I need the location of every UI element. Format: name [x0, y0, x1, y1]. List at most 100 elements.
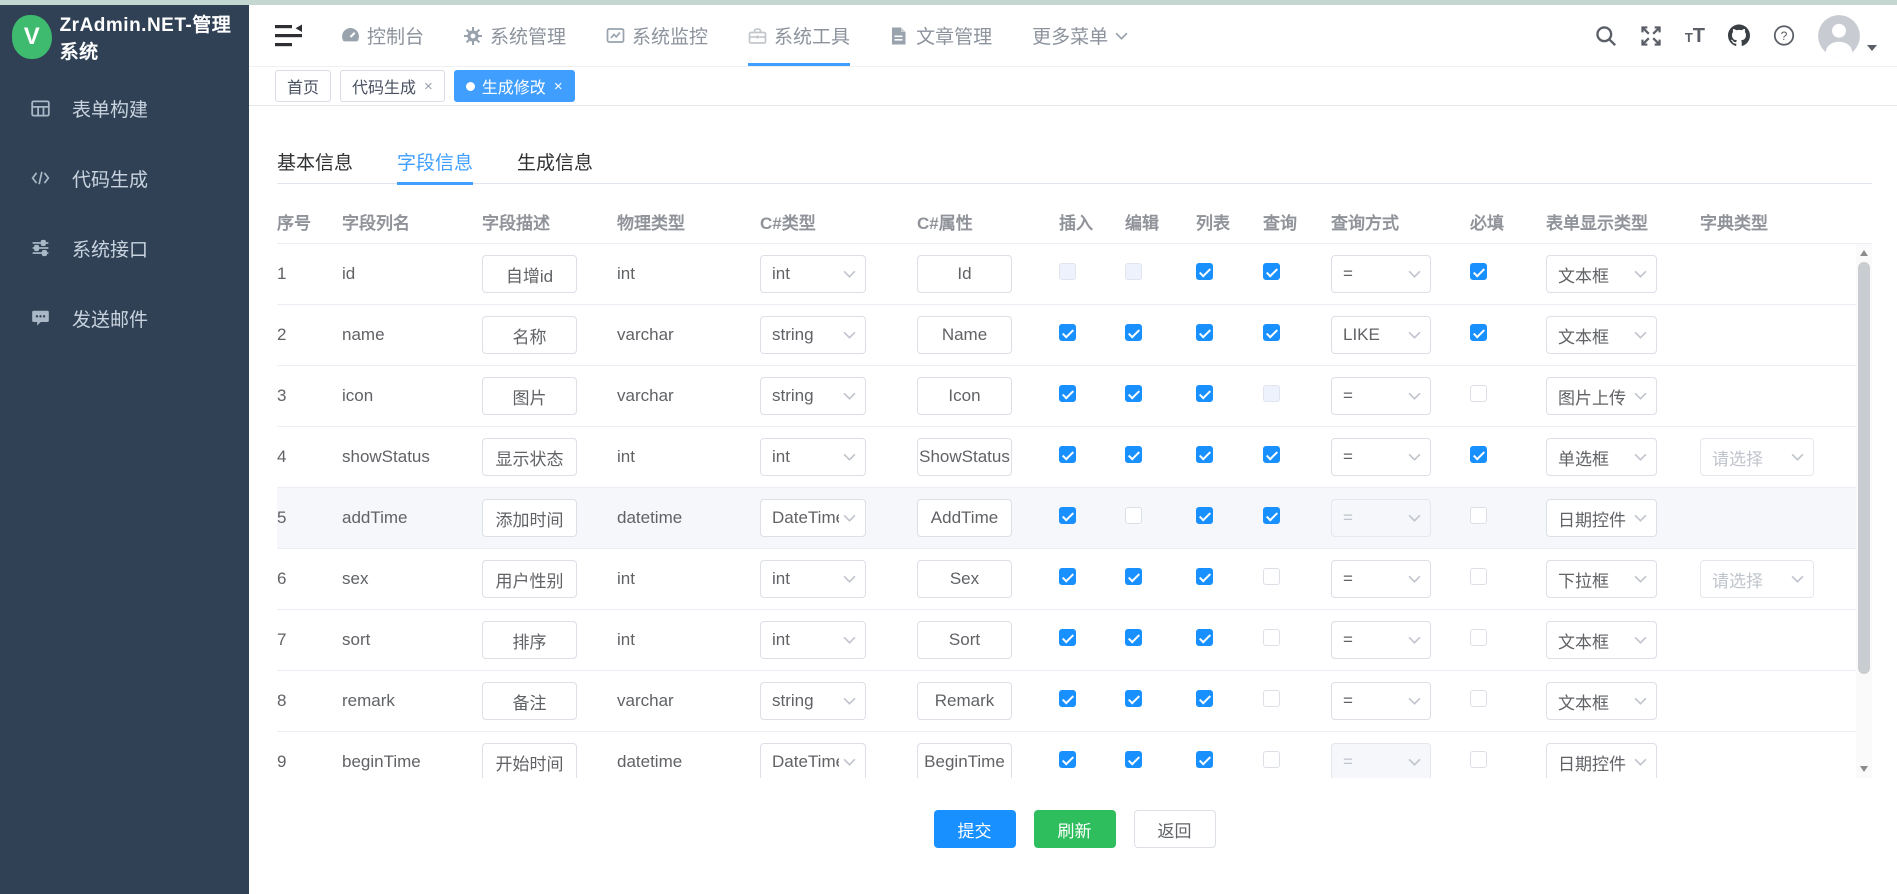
query-type-select[interactable]: = [1331, 560, 1431, 598]
required-checkbox[interactable] [1470, 446, 1487, 463]
csharp-property-input[interactable] [917, 682, 1012, 720]
sidebar-item-system-api[interactable]: 系统接口 [0, 213, 249, 283]
edit-checkbox[interactable] [1125, 324, 1142, 341]
query-checkbox[interactable] [1263, 751, 1280, 768]
table-scrollbar[interactable] [1856, 244, 1872, 778]
tag-code-gen[interactable]: 代码生成 × [340, 70, 445, 102]
csharp-property-input[interactable] [917, 743, 1012, 778]
query-checkbox[interactable] [1263, 568, 1280, 585]
list-checkbox[interactable] [1196, 446, 1213, 463]
description-input[interactable] [482, 255, 577, 293]
query-type-select[interactable]: = [1331, 682, 1431, 720]
edit-checkbox[interactable] [1125, 568, 1142, 585]
csharp-property-input[interactable] [917, 499, 1012, 537]
display-type-select[interactable]: 文本框 [1546, 255, 1657, 293]
csharp-property-input[interactable] [917, 438, 1012, 476]
edit-checkbox[interactable] [1125, 446, 1142, 463]
close-icon[interactable]: × [424, 78, 433, 95]
insert-checkbox[interactable] [1059, 324, 1076, 341]
csharp-property-input[interactable] [917, 621, 1012, 659]
tag-gen-edit[interactable]: 生成修改 × [454, 70, 575, 102]
description-input[interactable] [482, 621, 577, 659]
github-icon[interactable] [1728, 25, 1750, 47]
csharp-property-input[interactable] [917, 255, 1012, 293]
user-menu[interactable] [1818, 15, 1877, 57]
edit-checkbox[interactable] [1125, 629, 1142, 646]
csharp-property-input[interactable] [917, 316, 1012, 354]
query-checkbox[interactable] [1263, 324, 1280, 341]
edit-checkbox[interactable] [1125, 690, 1142, 707]
csharp-type-select[interactable]: string [760, 316, 866, 354]
csharp-type-select[interactable]: int [760, 560, 866, 598]
tab-field-info[interactable]: 字段信息 [397, 140, 473, 183]
list-checkbox[interactable] [1196, 507, 1213, 524]
tag-home[interactable]: 首页 [275, 70, 331, 102]
query-checkbox[interactable] [1263, 263, 1280, 280]
list-checkbox[interactable] [1196, 263, 1213, 280]
query-type-select[interactable]: = [1331, 621, 1431, 659]
query-type-select[interactable]: = [1331, 377, 1431, 415]
query-type-select[interactable]: = [1331, 438, 1431, 476]
list-checkbox[interactable] [1196, 629, 1213, 646]
display-type-select[interactable]: 日期控件 [1546, 743, 1657, 778]
help-icon[interactable]: ? [1773, 25, 1795, 47]
description-input[interactable] [482, 438, 577, 476]
description-input[interactable] [482, 499, 577, 537]
csharp-property-input[interactable] [917, 560, 1012, 598]
display-type-select[interactable]: 图片上传 [1546, 377, 1657, 415]
back-button[interactable]: 返回 [1134, 810, 1216, 848]
description-input[interactable] [482, 316, 577, 354]
display-type-select[interactable]: 单选框 [1546, 438, 1657, 476]
insert-checkbox[interactable] [1059, 690, 1076, 707]
csharp-property-input[interactable] [917, 377, 1012, 415]
description-input[interactable] [482, 377, 577, 415]
display-type-select[interactable]: 文本框 [1546, 316, 1657, 354]
nav-item-system-manage[interactable]: 系统管理 [464, 5, 566, 66]
query-type-select[interactable]: LIKE [1331, 316, 1431, 354]
display-type-select[interactable]: 日期控件 [1546, 499, 1657, 537]
insert-checkbox[interactable] [1059, 385, 1076, 402]
required-checkbox[interactable] [1470, 324, 1487, 341]
insert-checkbox[interactable] [1059, 446, 1076, 463]
refresh-button[interactable]: 刷新 [1034, 810, 1116, 848]
required-checkbox[interactable] [1470, 263, 1487, 280]
sidebar-collapse-icon[interactable] [275, 24, 303, 48]
display-type-select[interactable]: 下拉框 [1546, 560, 1657, 598]
app-logo-area[interactable]: V ZrAdmin.NET-管理系统 [0, 5, 249, 69]
query-type-select[interactable]: = [1331, 255, 1431, 293]
font-size-icon[interactable]: TT [1685, 26, 1705, 46]
description-input[interactable] [482, 682, 577, 720]
csharp-type-select[interactable]: string [760, 682, 866, 720]
sidebar-item-form-builder[interactable]: 表单构建 [0, 73, 249, 143]
sidebar-item-code-gen[interactable]: 代码生成 [0, 143, 249, 213]
description-input[interactable] [482, 743, 577, 778]
display-type-select[interactable]: 文本框 [1546, 682, 1657, 720]
nav-item-article-manage[interactable]: 文章管理 [890, 5, 992, 66]
nav-item-dashboard[interactable]: 控制台 [341, 5, 424, 66]
tab-gen-info[interactable]: 生成信息 [517, 140, 593, 183]
close-icon[interactable]: × [554, 78, 563, 95]
required-checkbox[interactable] [1470, 568, 1487, 585]
dict-type-select[interactable]: 请选择 [1700, 438, 1814, 476]
csharp-type-select[interactable]: int [760, 438, 866, 476]
csharp-type-select[interactable]: int [760, 255, 866, 293]
edit-checkbox[interactable] [1125, 385, 1142, 402]
submit-button[interactable]: 提交 [934, 810, 1016, 848]
insert-checkbox[interactable] [1059, 629, 1076, 646]
csharp-type-select[interactable]: DateTime [760, 499, 866, 537]
insert-checkbox[interactable] [1059, 751, 1076, 768]
fullscreen-icon[interactable] [1640, 25, 1662, 47]
query-checkbox[interactable] [1263, 690, 1280, 707]
insert-checkbox[interactable] [1059, 568, 1076, 585]
insert-checkbox[interactable] [1059, 507, 1076, 524]
list-checkbox[interactable] [1196, 690, 1213, 707]
sidebar-item-send-mail[interactable]: 发送邮件 [0, 283, 249, 353]
csharp-type-select[interactable]: DateTime [760, 743, 866, 778]
csharp-type-select[interactable]: int [760, 621, 866, 659]
list-checkbox[interactable] [1196, 568, 1213, 585]
required-checkbox[interactable] [1470, 385, 1487, 402]
description-input[interactable] [482, 560, 577, 598]
query-checkbox[interactable] [1263, 507, 1280, 524]
list-checkbox[interactable] [1196, 324, 1213, 341]
search-icon[interactable] [1595, 25, 1617, 47]
